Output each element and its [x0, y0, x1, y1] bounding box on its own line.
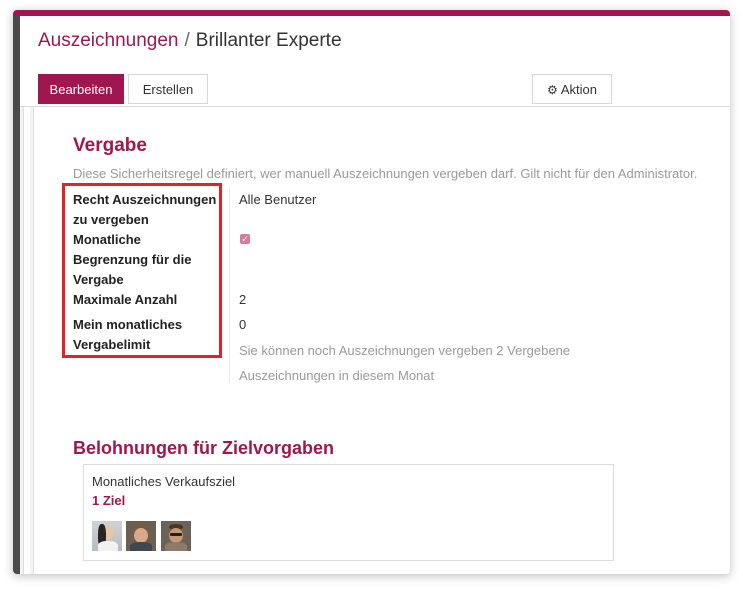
field-value-max-count: 2 — [239, 292, 247, 307]
sheet-edge — [23, 107, 30, 574]
breadcrumb-parent-link[interactable]: Auszeichnungen — [38, 30, 179, 51]
goal-card[interactable]: Monatliches Verkaufsziel 1 Ziel — [83, 464, 614, 561]
field-label-my-limit: Mein monatliches Vergabelimit — [73, 315, 223, 355]
control-panel: Auszeichnungen / Brillanter Experte Bearbe… — [20, 16, 730, 107]
section-title-rewards: Belohnungen für Zielvorgaben — [73, 438, 335, 458]
action-button[interactable]: ⚙ Aktion — [532, 74, 612, 104]
section-title-vergabe: Vergabe — [73, 135, 147, 156]
field-label-monthly-limit: Monatliche Begrenzung für die Vergabe — [73, 230, 223, 290]
label-line: Vergabelimit — [73, 337, 151, 352]
app-window: Auszeichnungen / Brillanter Experte Bearbe… — [13, 10, 730, 574]
breadcrumb-separator: / — [184, 30, 190, 51]
monthly-limit-checkbox[interactable]: ✓ — [240, 234, 250, 244]
my-limit-note-line2: Auszeichnungen in diesem Monat — [239, 368, 435, 383]
gear-icon: ⚙ — [547, 83, 558, 97]
field-label-max-count: Maximale Anzahl — [73, 292, 178, 307]
label-line: Vergabe — [73, 272, 124, 287]
label-line: Monatliche — [73, 232, 141, 247]
left-dark-bar — [13, 16, 20, 574]
goal-count[interactable]: 1 Ziel — [92, 493, 125, 508]
create-button[interactable]: Erstellen — [128, 74, 208, 104]
avatar[interactable] — [126, 521, 156, 551]
avatar[interactable] — [161, 521, 191, 551]
label-line: zu vergeben — [73, 212, 149, 227]
column-divider — [229, 188, 230, 383]
breadcrumb-current: Brillanter Experte — [195, 30, 342, 51]
my-limit-note-line1: Sie können noch Auszeichnungen vergeben … — [239, 343, 571, 358]
avatar[interactable] — [92, 521, 122, 551]
edit-button[interactable]: Bearbeiten — [38, 74, 124, 104]
label-line: Recht Auszeichnungen — [73, 192, 217, 207]
field-value-right-to-award: Alle Benutzer — [239, 192, 317, 207]
field-label-right-to-award: Recht Auszeichnungen zu vergeben — [73, 190, 223, 230]
field-value-my-limit: 0 — [239, 317, 247, 332]
action-button-label: Aktion — [560, 82, 597, 97]
label-line: Begrenzung für die — [73, 252, 192, 267]
label-line: Mein monatliches — [73, 317, 183, 332]
breadcrumb: Auszeichnungen / Brillanter Experte — [38, 30, 342, 52]
section-description: Diese Sicherheitsregel definiert, wer ma… — [73, 166, 698, 181]
goal-name: Monatliches Verkaufsziel — [92, 474, 236, 489]
